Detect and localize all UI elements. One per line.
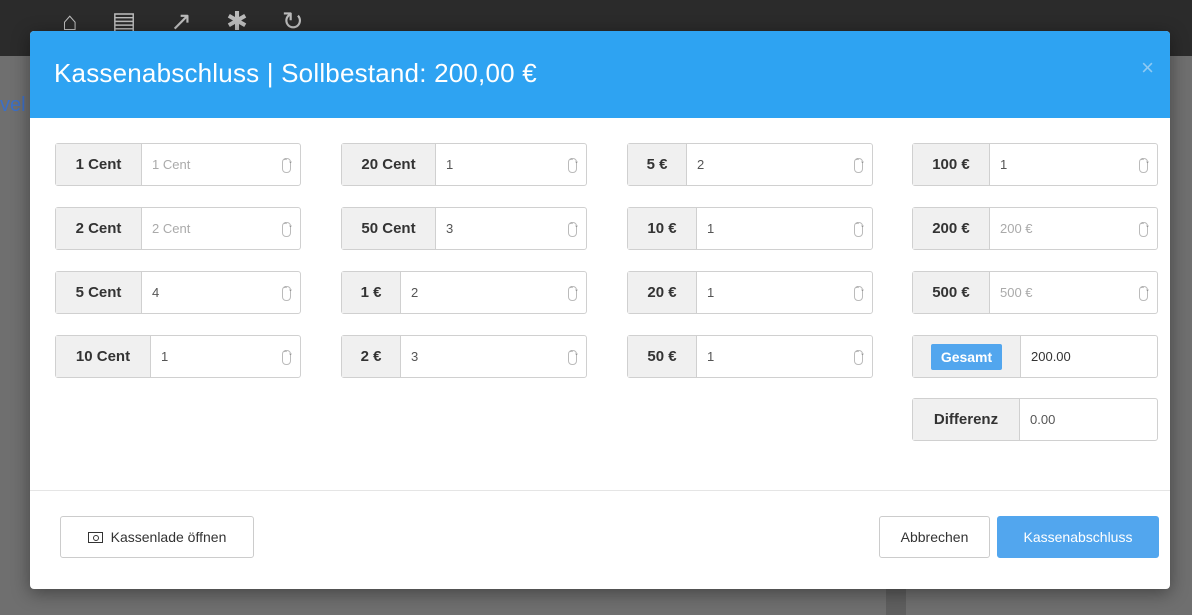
denom-field-10-cent: 10 Cent 1 ⌃⌄ bbox=[55, 335, 301, 378]
total-label: Gesamt bbox=[930, 343, 1003, 370]
modal-header: Kassenabschluss | Sollbestand: 200,00 € … bbox=[30, 31, 1170, 118]
denom-field-20-cent: 20 Cent 1 ⌃⌄ bbox=[341, 143, 587, 186]
denom-input-10-cent[interactable]: 1 ⌃⌄ bbox=[151, 336, 300, 377]
spinner-icon[interactable]: ⌃⌄ bbox=[568, 350, 579, 365]
denom-label: 20 € bbox=[628, 272, 697, 313]
denom-field-1-euro: 1 € 2 ⌃⌄ bbox=[341, 271, 587, 314]
spinner-icon[interactable]: ⌃⌄ bbox=[282, 286, 293, 301]
denom-label: 100 € bbox=[913, 144, 990, 185]
denom-field-2-cent: 2 Cent 2 Cent ⌃⌄ bbox=[55, 207, 301, 250]
input-placeholder: 500 € bbox=[1000, 285, 1033, 300]
denom-label: 5 € bbox=[628, 144, 687, 185]
denom-label: 500 € bbox=[913, 272, 990, 313]
spinner-icon[interactable]: ⌃⌄ bbox=[282, 350, 293, 365]
denom-field-200-euro: 200 € 200 € ⌃⌄ bbox=[912, 207, 1158, 250]
denom-field-10-euro: 10 € 1 ⌃⌄ bbox=[627, 207, 873, 250]
spinner-icon[interactable]: ⌃⌄ bbox=[282, 158, 293, 173]
spinner-icon[interactable]: ⌃⌄ bbox=[854, 286, 865, 301]
denom-input-2-euro[interactable]: 3 ⌃⌄ bbox=[401, 336, 586, 377]
denom-input-50-euro[interactable]: 1 ⌃⌄ bbox=[697, 336, 872, 377]
denom-label: 2 Cent bbox=[56, 208, 142, 249]
total-label-box: Gesamt bbox=[913, 336, 1021, 377]
denom-field-1-cent: 1 Cent 1 Cent ⌃⌄ bbox=[55, 143, 301, 186]
open-drawer-button[interactable]: Kassenlade öffnen bbox=[60, 516, 254, 558]
input-placeholder: 1 Cent bbox=[152, 157, 191, 172]
denom-label: 1 € bbox=[342, 272, 401, 313]
denom-input-50-cent[interactable]: 3 ⌃⌄ bbox=[436, 208, 586, 249]
denom-input-1-euro[interactable]: 2 ⌃⌄ bbox=[401, 272, 586, 313]
input-placeholder: 2 Cent bbox=[152, 221, 191, 236]
denom-field-50-cent: 50 Cent 3 ⌃⌄ bbox=[341, 207, 587, 250]
spinner-icon[interactable]: ⌃⌄ bbox=[854, 158, 865, 173]
denom-field-50-euro: 50 € 1 ⌃⌄ bbox=[627, 335, 873, 378]
denom-label: 10 € bbox=[628, 208, 697, 249]
denom-field-100-euro: 100 € 1 ⌃⌄ bbox=[912, 143, 1158, 186]
denom-input-20-euro[interactable]: 1 ⌃⌄ bbox=[697, 272, 872, 313]
denom-field-5-cent: 5 Cent 4 ⌃⌄ bbox=[55, 271, 301, 314]
denom-label: 50 Cent bbox=[342, 208, 436, 249]
kassenabschluss-modal: Kassenabschluss | Sollbestand: 200,00 € … bbox=[30, 31, 1170, 589]
denom-label: 200 € bbox=[913, 208, 990, 249]
submit-button[interactable]: Kassenabschluss bbox=[997, 516, 1159, 558]
spinner-icon[interactable]: ⌃⌄ bbox=[854, 222, 865, 237]
spinner-icon[interactable]: ⌃⌄ bbox=[568, 222, 579, 237]
background-link: vel bbox=[0, 94, 26, 116]
spinner-icon[interactable]: ⌃⌄ bbox=[1139, 286, 1150, 301]
denom-field-2-euro: 2 € 3 ⌃⌄ bbox=[341, 335, 587, 378]
spinner-icon[interactable]: ⌃⌄ bbox=[282, 222, 293, 237]
spinner-icon[interactable]: ⌃⌄ bbox=[854, 350, 865, 365]
denom-label: 5 Cent bbox=[56, 272, 142, 313]
spinner-icon[interactable]: ⌃⌄ bbox=[568, 286, 579, 301]
spinner-icon[interactable]: ⌃⌄ bbox=[1139, 158, 1150, 173]
denom-input-10-euro[interactable]: 1 ⌃⌄ bbox=[697, 208, 872, 249]
cancel-button[interactable]: Abbrechen bbox=[879, 516, 990, 558]
denom-field-5-euro: 5 € 2 ⌃⌄ bbox=[627, 143, 873, 186]
denom-input-500-euro[interactable]: 500 € ⌃⌄ bbox=[990, 272, 1157, 313]
close-icon[interactable]: × bbox=[1141, 55, 1154, 81]
input-placeholder: 200 € bbox=[1000, 221, 1033, 236]
denom-field-500-euro: 500 € 500 € ⌃⌄ bbox=[912, 271, 1158, 314]
difference-label: Differenz bbox=[913, 399, 1020, 440]
denom-input-5-euro[interactable]: 2 ⌃⌄ bbox=[687, 144, 872, 185]
total-field: Gesamt 200.00 bbox=[912, 335, 1158, 378]
denom-label: 20 Cent bbox=[342, 144, 436, 185]
cash-icon bbox=[87, 531, 103, 543]
denom-label: 1 Cent bbox=[56, 144, 142, 185]
open-drawer-label: Kassenlade öffnen bbox=[110, 529, 227, 545]
denom-field-20-euro: 20 € 1 ⌃⌄ bbox=[627, 271, 873, 314]
spinner-icon[interactable]: ⌃⌄ bbox=[1139, 222, 1150, 237]
denom-label: 2 € bbox=[342, 336, 401, 377]
difference-field: Differenz 0.00 bbox=[912, 398, 1158, 441]
denom-input-100-euro[interactable]: 1 ⌃⌄ bbox=[990, 144, 1157, 185]
total-output: 200.00 bbox=[1031, 349, 1071, 364]
denom-label: 50 € bbox=[628, 336, 697, 377]
modal-title: Kassenabschluss | Sollbestand: 200,00 € bbox=[54, 58, 537, 88]
difference-output: 0.00 bbox=[1030, 412, 1056, 427]
denom-input-20-cent[interactable]: 1 ⌃⌄ bbox=[436, 144, 586, 185]
spinner-icon[interactable]: ⌃⌄ bbox=[568, 158, 579, 173]
modal-footer: Kassenlade öffnen Abbrechen Kassenabschl… bbox=[30, 490, 1170, 589]
denom-input-200-euro[interactable]: 200 € ⌃⌄ bbox=[990, 208, 1157, 249]
denom-input-5-cent[interactable]: 4 ⌃⌄ bbox=[142, 272, 300, 313]
denom-label: 10 Cent bbox=[56, 336, 151, 377]
denom-input-2-cent[interactable]: 2 Cent ⌃⌄ bbox=[142, 208, 300, 249]
denom-input-1-cent[interactable]: 1 Cent ⌃⌄ bbox=[142, 144, 300, 185]
